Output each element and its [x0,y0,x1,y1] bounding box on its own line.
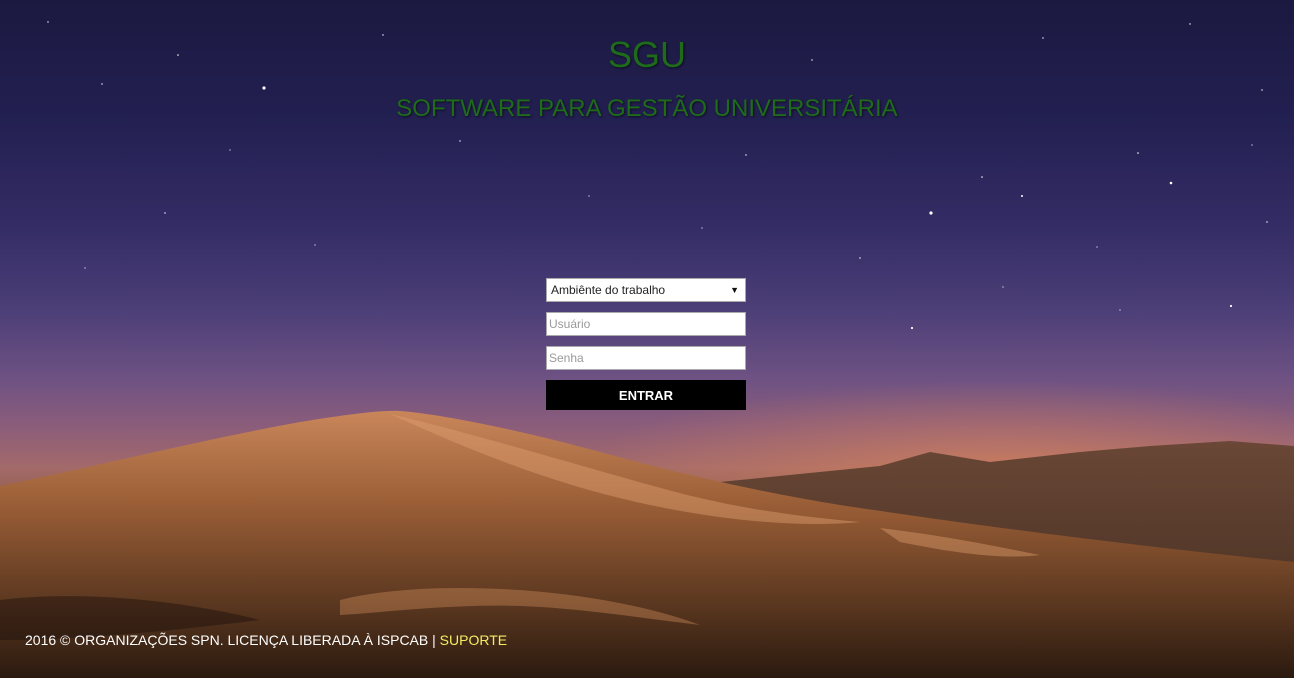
triangle-down-icon: ▼ [730,285,739,295]
username-input[interactable] [546,312,746,336]
footer: 2016 © ORGANIZAÇÕES SPN. LICENÇA LIBERAD… [25,632,507,648]
password-input[interactable] [546,346,746,370]
app-subtitle: SOFTWARE PARA GESTÃO UNIVERSITÁRIA [396,95,898,122]
login-form: Ambiênte do trabalho ▼ ENTRAR [546,278,746,410]
app-title: SGU [607,34,686,75]
login-page: SGU SOFTWARE PARA GESTÃO UNIVERSITÁRIA A… [0,0,1294,678]
login-button[interactable]: ENTRAR [546,380,746,410]
footer-copyright: 2016 © ORGANIZAÇÕES SPN. LICENÇA LIBERAD… [25,632,436,648]
environment-select[interactable]: Ambiênte do trabalho ▼ [546,278,746,302]
support-link[interactable]: SUPORTE [440,632,507,648]
environment-select-value: Ambiênte do trabalho [551,283,666,297]
